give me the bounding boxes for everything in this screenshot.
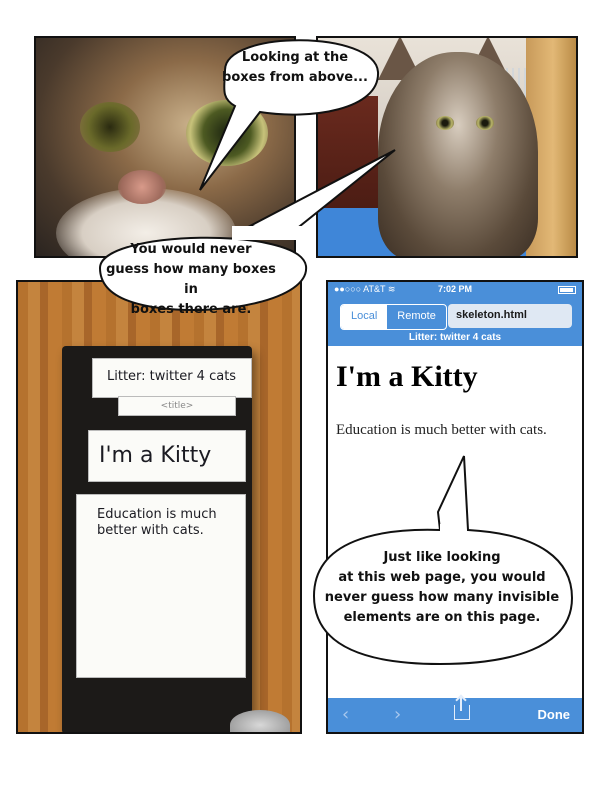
- bubble-middle-text: You would never guess how many boxes in …: [106, 242, 276, 317]
- bubble-bottom-text: Just like looking at this web page, you …: [324, 550, 560, 625]
- bubble-top-text: Looking at the boxes from above...: [222, 50, 368, 85]
- speech-bubbles: [98, 39, 574, 666]
